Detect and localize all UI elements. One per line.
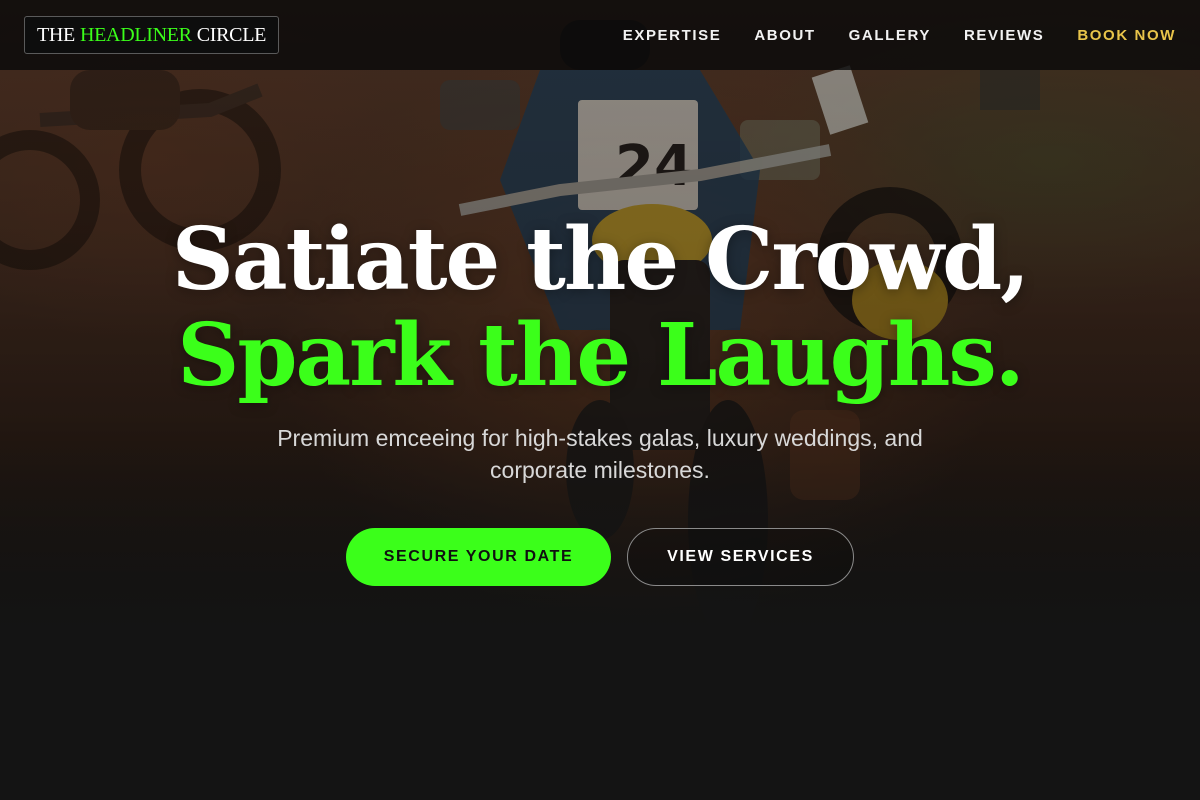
- hero-actions: SECURE YOUR DATE VIEW SERVICES: [0, 528, 1200, 586]
- headline-line-white: Satiate the Crowd,: [171, 209, 1030, 310]
- nav-link-gallery[interactable]: GALLERY: [849, 27, 931, 44]
- secure-your-date-button[interactable]: SECURE YOUR DATE: [346, 528, 611, 586]
- hero-headline: Satiate the Crowd, Spark the Laughs.: [0, 212, 1200, 404]
- nav-link-book-now[interactable]: BOOK NOW: [1077, 27, 1176, 44]
- view-services-button[interactable]: VIEW SERVICES: [627, 528, 854, 586]
- logo-word-circle: CIRCLE: [196, 23, 267, 46]
- landing-page: 24 THE HEADLINER CIRCLE EXPERTISE ABOUT …: [0, 0, 1200, 800]
- nav-link-reviews[interactable]: REVIEWS: [964, 27, 1044, 44]
- nav-link-expertise[interactable]: EXPERTISE: [623, 27, 722, 44]
- hero-subtitle: Premium emceeing for high-stakes galas, …: [277, 425, 923, 483]
- logo-word-headliner: HEADLINER: [79, 23, 192, 46]
- hero-section: Satiate the Crowd, Spark the Laughs. Pre…: [0, 212, 1200, 586]
- nav-links: EXPERTISE ABOUT GALLERY REVIEWS BOOK NOW: [590, 27, 1176, 44]
- headline-line-green: Spark the Laughs.: [177, 305, 1024, 406]
- site-logo[interactable]: THE HEADLINER CIRCLE: [24, 16, 280, 54]
- top-navbar: THE HEADLINER CIRCLE EXPERTISE ABOUT GAL…: [0, 0, 1200, 70]
- nav-link-about[interactable]: ABOUT: [754, 27, 815, 44]
- logo-word-the: THE: [37, 23, 75, 46]
